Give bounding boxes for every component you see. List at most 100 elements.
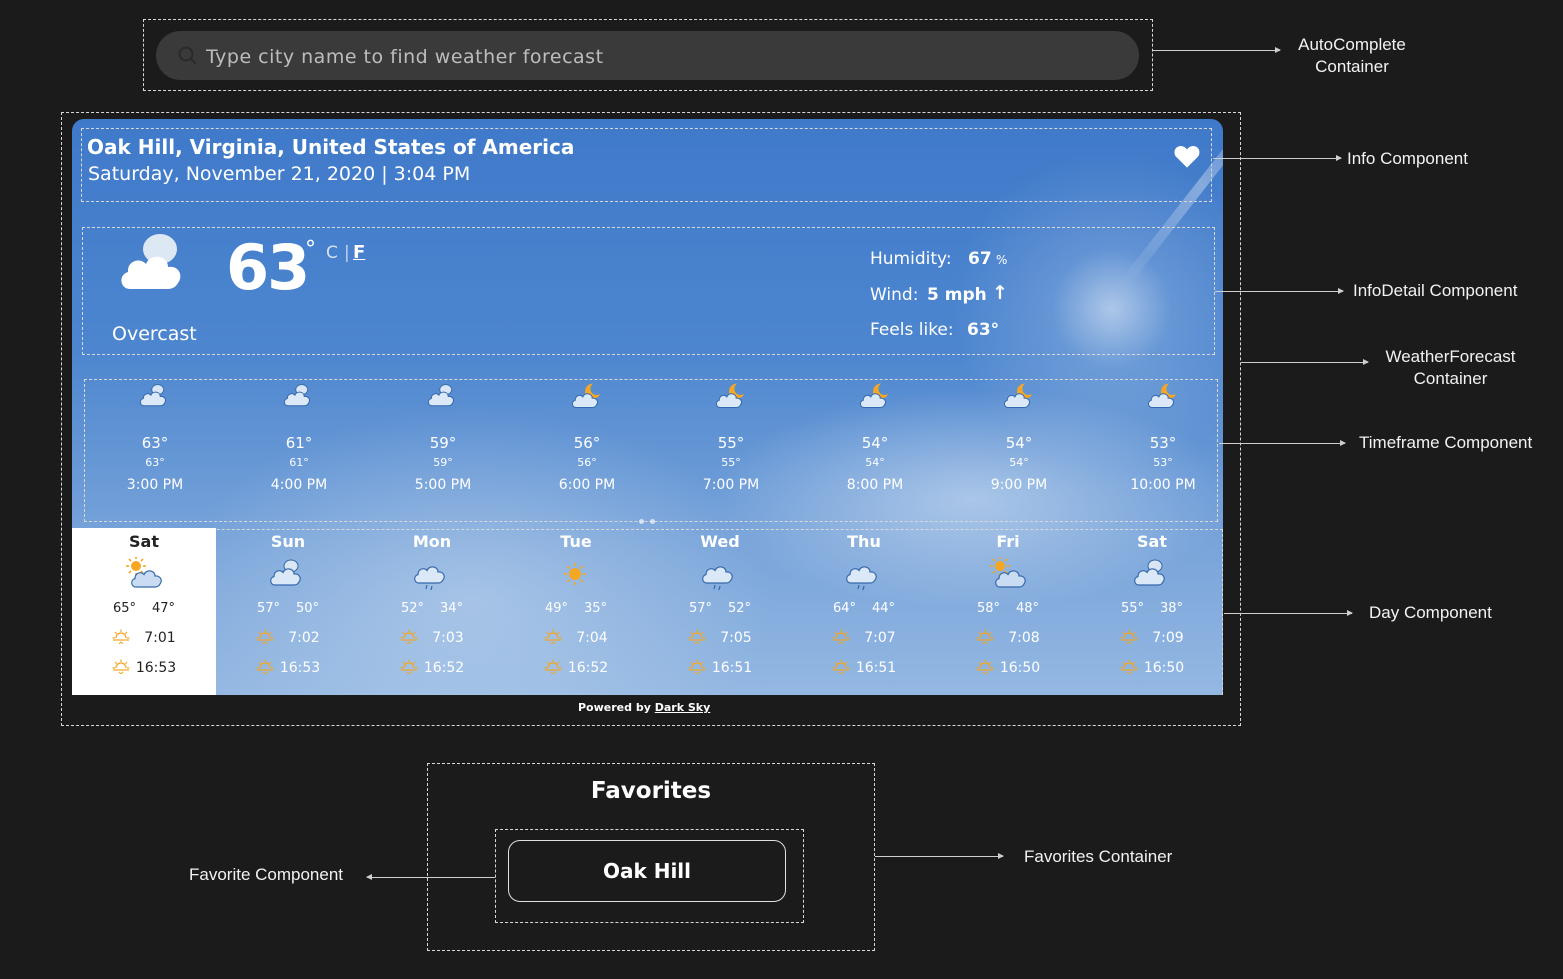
timeframe-arrow: [1219, 440, 1346, 446]
hour-temp: 61°: [285, 434, 313, 452]
sunrise-row: 7:03: [360, 628, 504, 648]
day-item-1[interactable]: Sun 57° 50° 7:02 16:53: [216, 528, 360, 695]
unit-separator: |: [344, 243, 350, 263]
sunset-time: 16:50: [1143, 660, 1185, 676]
day-name: Sat: [129, 532, 159, 551]
sunrise-time: 7:02: [288, 630, 320, 646]
sunset-icon: [400, 658, 418, 678]
sunset-time: 16:53: [135, 660, 177, 676]
sunrise-time: 7:03: [432, 630, 464, 646]
carousel-dots[interactable]: [636, 509, 658, 528]
sunrise-icon: [976, 628, 994, 648]
day-name: Fri: [996, 532, 1020, 551]
day-high: 65°: [112, 601, 136, 616]
day-item-6[interactable]: Fri 58° 48° 7:08 16:50: [936, 528, 1080, 695]
hour-feels-like: 54°: [1009, 456, 1029, 469]
sunrise-time: 7:09: [1152, 630, 1184, 646]
city-search-bar[interactable]: [156, 31, 1139, 82]
sunset-row: 16:53: [216, 658, 360, 678]
day-name: Sat: [1137, 532, 1167, 551]
timeframe-item: 55° 55° 7:00 PM: [666, 382, 796, 493]
hour-temp: 56°: [573, 434, 601, 452]
day-item-4[interactable]: Wed 57° 52° 7:05 16:51: [648, 528, 792, 695]
hour-feels-like: 61°: [289, 456, 309, 469]
day-high-low: 65° 47°: [72, 601, 216, 616]
hour-temp: 54°: [1005, 434, 1033, 452]
sunset-time: 16:52: [567, 660, 609, 676]
day-arrow: [1224, 610, 1353, 616]
sunrise-time: 7:01: [144, 630, 176, 646]
day-name: Mon: [412, 532, 452, 551]
hour-feels-like: 54°: [865, 456, 885, 469]
day-item-0[interactable]: Sat 65° 47° 7:01 16:53: [72, 528, 216, 695]
cloud-moon-icon: [522, 382, 652, 418]
infodetail-arrow: [1215, 288, 1344, 294]
hour-temp: 63°: [141, 434, 169, 452]
sunrise-icon: [688, 628, 706, 648]
day-low: 44°: [872, 601, 896, 616]
favorite-oak-hill-button[interactable]: Oak Hill: [508, 840, 786, 902]
timeframe-annotation: Timeframe Component: [1359, 433, 1533, 452]
cloud-icon: [1080, 557, 1223, 591]
sunrise-icon: [544, 628, 562, 648]
cloud-moon-icon: [954, 382, 1084, 418]
day-name: Thu: [847, 532, 881, 551]
day-name: Sun: [270, 532, 306, 551]
feels-like-value: 63°: [967, 320, 1000, 340]
sunset-icon: [688, 658, 706, 678]
sunset-icon: [256, 658, 274, 678]
sunset-row: 16:50: [936, 658, 1080, 678]
day-annotation: Day Component: [1369, 603, 1492, 622]
autocomplete-annotation: AutoComplete Container: [1298, 35, 1406, 76]
info-frame: [81, 128, 1212, 202]
search-icon: [178, 46, 197, 65]
hour-time: 3:00 PM: [126, 477, 184, 493]
sunset-time: 16:53: [279, 660, 321, 676]
sunset-row: 16:51: [792, 658, 936, 678]
cloud-moon-icon: [1098, 382, 1223, 418]
day-high: 57°: [256, 601, 280, 616]
timeframe-item: 61° 61° 4:00 PM: [234, 382, 364, 493]
day-high: 58°: [976, 601, 1000, 616]
hour-feels-like: 63°: [145, 456, 165, 469]
sunrise-row: 7:07: [792, 628, 936, 648]
day-high: 64°: [832, 601, 856, 616]
celsius-toggle[interactable]: C: [326, 243, 338, 263]
timeframe-item: 63° 63° 3:00 PM: [90, 382, 220, 493]
day-item-3[interactable]: Tue 49° 35° 7:04 16:52: [504, 528, 648, 695]
day-item-2[interactable]: Mon 52° 34° 7:03 16:52: [360, 528, 504, 695]
timeframe-item: 54° 54° 9:00 PM: [954, 382, 1084, 493]
timeframe-item: 56° 56° 6:00 PM: [522, 382, 652, 493]
hour-feels-like: 59°: [433, 456, 453, 469]
day-item-7[interactable]: Sat 55° 38° 7:09 16:50: [1080, 528, 1223, 695]
sunrise-row: 7:05: [648, 628, 792, 648]
day-high: 52°: [400, 601, 424, 616]
sunrise-row: 7:02: [216, 628, 360, 648]
favorites-container-arrow: [875, 853, 1004, 859]
powered-by-text: Powered by: [578, 701, 651, 714]
current-temperature: 63: [226, 231, 310, 304]
info-arrow: [1213, 155, 1342, 161]
fahrenheit-toggle[interactable]: F: [353, 242, 365, 263]
sunset-time: 16:51: [711, 660, 753, 676]
sunrise-icon: [256, 628, 274, 648]
sunrise-time: 7:07: [864, 630, 896, 646]
search-input[interactable]: [204, 31, 1108, 82]
hour-time: 5:00 PM: [414, 477, 472, 493]
day-high-low: 55° 38°: [1080, 601, 1223, 616]
dark-sky-link[interactable]: Dark Sky: [655, 701, 711, 714]
sunrise-icon: [1120, 628, 1138, 648]
day-low: 35°: [584, 601, 608, 616]
weather-card: Oak Hill, Virginia, United States of Ame…: [72, 119, 1223, 695]
cloud-moon-icon: [810, 382, 940, 418]
sunrise-row: 7:08: [936, 628, 1080, 648]
sunset-time: 16:51: [855, 660, 897, 676]
hour-feels-like: 56°: [577, 456, 597, 469]
hour-temp: 55°: [717, 434, 745, 452]
day-low: 34°: [440, 601, 464, 616]
day-high-low: 49° 35°: [504, 601, 648, 616]
day-high-low: 57° 52°: [648, 601, 792, 616]
day-low: 52°: [728, 601, 752, 616]
feels-like-label: Feels like:: [870, 320, 954, 340]
day-item-5[interactable]: Thu 64° 44° 7:07 16:51: [792, 528, 936, 695]
